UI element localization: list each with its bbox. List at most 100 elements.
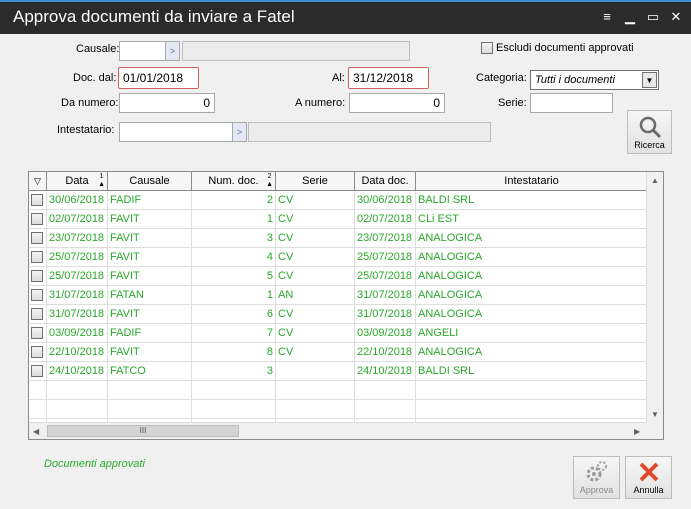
table-row[interactable] [29,400,647,419]
table-row[interactable]: 25/07/2018 FAVIT 5 CV 25/07/2018 ANALOGICA [29,267,647,286]
cell-data-doc[interactable]: 23/07/2018 [355,229,416,248]
scroll-right-icon[interactable]: ▶ [634,427,640,436]
cell-num-doc[interactable]: 1 [192,286,276,305]
table-row[interactable]: 31/07/2018 FATAN 1 AN 31/07/2018 ANALOGICA [29,286,647,305]
cell-data-doc[interactable] [355,400,416,419]
table-row[interactable]: 30/06/2018 FADIF 2 CV 30/06/2018 BALDI SRL [29,191,647,210]
cell-serie[interactable] [276,381,355,400]
minimize-icon[interactable]: ▁ [622,9,638,25]
cell-intestatario[interactable]: ANALOGICA [416,248,647,267]
cell-causale[interactable]: FATAN [108,286,192,305]
row-checkbox[interactable] [31,194,43,206]
cell-num-doc[interactable]: 2 [192,191,276,210]
cell-causale[interactable]: FADIF [108,191,192,210]
cell-num-doc[interactable]: 3 [192,362,276,381]
cell-num-doc[interactable]: 4 [192,248,276,267]
cell-serie[interactable] [276,362,355,381]
approva-button[interactable]: Approva [573,456,620,499]
row-checkbox[interactable] [31,232,43,244]
cell-data[interactable]: 31/07/2018 [47,286,108,305]
cell-data-doc[interactable] [355,381,416,400]
menu-icon[interactable]: ≡ [599,9,615,25]
cell-intestatario[interactable] [416,381,647,400]
cell-intestatario[interactable]: ANALOGICA [416,343,647,362]
scroll-up-icon[interactable]: ▲ [651,176,659,185]
cell-intestatario[interactable]: CLi EST [416,210,647,229]
cell-intestatario[interactable] [416,400,647,419]
cell-serie[interactable]: CV [276,324,355,343]
select-all-header[interactable]: ▽ [29,172,47,191]
table-row[interactable] [29,381,647,400]
row-checkbox[interactable] [31,365,43,377]
row-checkbox[interactable] [31,289,43,301]
intestatario-input[interactable] [119,122,233,142]
cell-intestatario[interactable]: BALDI SRL [416,362,647,381]
causale-input[interactable] [119,41,166,61]
cell-intestatario[interactable]: BALDI SRL [416,191,647,210]
serie-input[interactable] [530,93,613,113]
close-icon[interactable]: ✕ [668,9,684,25]
cell-serie[interactable]: CV [276,229,355,248]
cell-data-doc[interactable]: 30/06/2018 [355,191,416,210]
ricerca-button[interactable]: Ricerca [627,110,672,154]
cell-num-doc[interactable]: 3 [192,229,276,248]
chevron-down-icon[interactable]: ▼ [642,72,657,88]
row-checkbox[interactable] [31,270,43,282]
cell-intestatario[interactable]: ANALOGICA [416,229,647,248]
a-numero-input[interactable]: 0 [349,93,445,113]
cell-num-doc[interactable]: 1 [192,210,276,229]
cell-serie[interactable]: CV [276,248,355,267]
cell-causale[interactable]: FAVIT [108,210,192,229]
cell-intestatario[interactable]: ANALOGICA [416,267,647,286]
table-row[interactable]: 22/10/2018 FAVIT 8 CV 22/10/2018 ANALOGICA [29,343,647,362]
horizontal-scroll-thumb[interactable]: III [47,425,239,437]
horizontal-scrollbar[interactable]: ◀ III ▶ [29,422,647,439]
cell-data[interactable] [47,400,108,419]
table-row[interactable]: 23/07/2018 FAVIT 3 CV 23/07/2018 ANALOGICA [29,229,647,248]
table-row[interactable]: 03/09/2018 FADIF 7 CV 03/09/2018 ANGELI [29,324,647,343]
cell-causale[interactable]: FADIF [108,324,192,343]
maximize-icon[interactable]: ▭ [645,9,661,25]
cell-serie[interactable]: AN [276,286,355,305]
column-header-causale[interactable]: Causale [108,172,192,191]
cell-causale[interactable]: FAVIT [108,267,192,286]
table-row[interactable]: 02/07/2018 FAVIT 1 CV 02/07/2018 CLi EST [29,210,647,229]
cell-num-doc[interactable] [192,381,276,400]
cell-causale[interactable]: FAVIT [108,343,192,362]
cell-intestatario[interactable]: ANGELI [416,324,647,343]
da-numero-input[interactable]: 0 [119,93,215,113]
cell-serie[interactable]: CV [276,191,355,210]
cell-serie[interactable]: CV [276,210,355,229]
row-checkbox[interactable] [31,251,43,263]
table-row[interactable]: 24/10/2018 FATCO 3 24/10/2018 BALDI SRL [29,362,647,381]
cell-data-doc[interactable]: 31/07/2018 [355,286,416,305]
column-header-serie[interactable]: Serie [276,172,355,191]
cell-causale[interactable]: FATCO [108,362,192,381]
scroll-down-icon[interactable]: ▼ [651,410,659,419]
column-header-data[interactable]: Data 1 ▲ [47,172,108,191]
cell-data-doc[interactable]: 31/07/2018 [355,305,416,324]
cell-data-doc[interactable]: 24/10/2018 [355,362,416,381]
scroll-left-icon[interactable]: ◀ [33,427,39,436]
cell-data[interactable]: 03/09/2018 [47,324,108,343]
al-input[interactable]: 31/12/2018 [348,67,429,89]
cell-causale[interactable]: FAVIT [108,305,192,324]
intestatario-zoom-button[interactable]: > [233,122,247,142]
cell-intestatario[interactable]: ANALOGICA [416,305,647,324]
cell-data-doc[interactable]: 22/10/2018 [355,343,416,362]
column-header-num-doc[interactable]: Num. doc. 2 ▲ [192,172,276,191]
doc-dal-input[interactable]: 01/01/2018 [118,67,199,89]
cell-data[interactable]: 02/07/2018 [47,210,108,229]
cell-intestatario[interactable]: ANALOGICA [416,286,647,305]
table-row[interactable]: 31/07/2018 FAVIT 6 CV 31/07/2018 ANALOGICA [29,305,647,324]
row-checkbox[interactable] [31,213,43,225]
cell-serie[interactable]: CV [276,305,355,324]
cell-num-doc[interactable]: 5 [192,267,276,286]
cell-num-doc[interactable]: 7 [192,324,276,343]
vertical-scrollbar[interactable]: ▲ ▼ [646,172,663,423]
cell-serie[interactable]: CV [276,267,355,286]
cell-data[interactable]: 25/07/2018 [47,267,108,286]
row-checkbox[interactable] [31,346,43,358]
cell-data[interactable]: 31/07/2018 [47,305,108,324]
cell-data-doc[interactable]: 25/07/2018 [355,248,416,267]
